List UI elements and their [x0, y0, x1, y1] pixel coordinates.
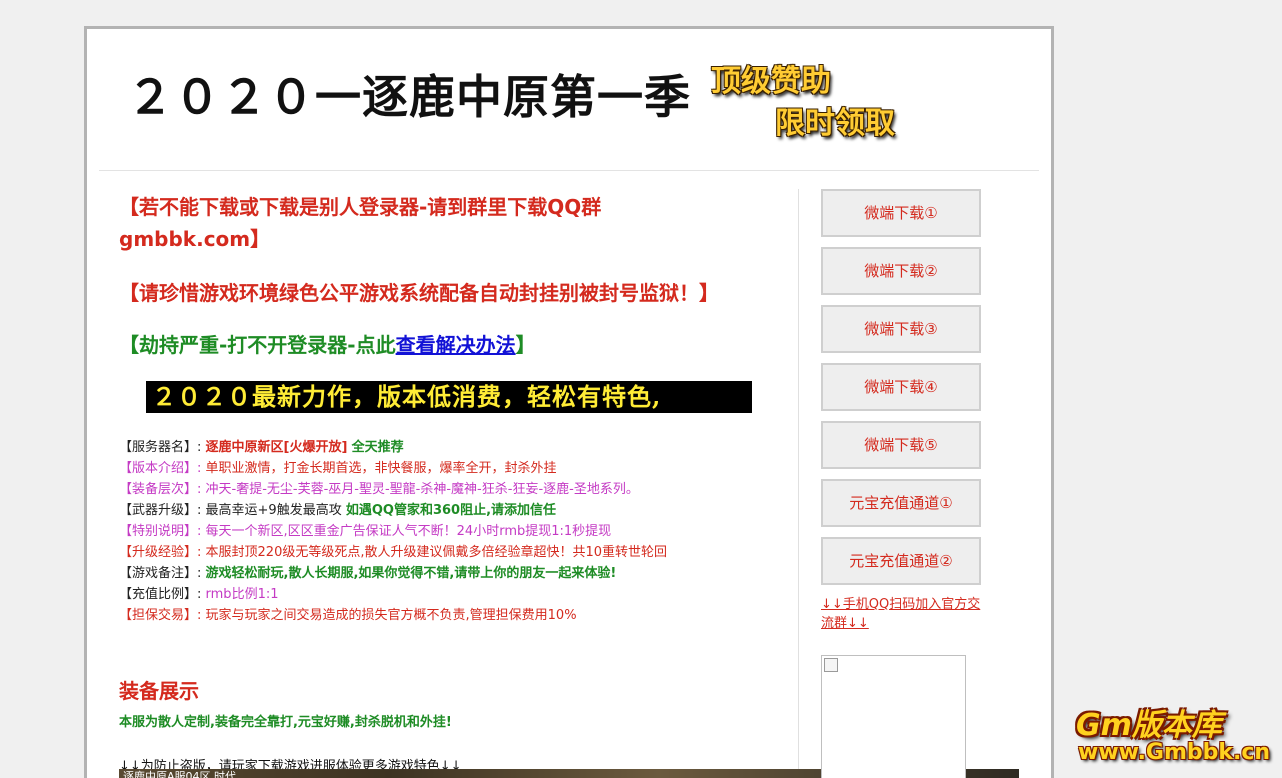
info-key: 【武器升级】:: [119, 503, 202, 518]
info-row: 【充值比例】: rmb比例1:1: [119, 584, 789, 605]
info-row: 【升级经验】: 本服封顶220级无等级死点,散人升级建议佩戴多倍经验章超快！共1…: [119, 542, 789, 563]
page-frame: ２０２０一逐鹿中原第一季 顶级赞助 限时领取 【若不能下载或下载是别人登录器-请…: [84, 26, 1054, 778]
watermark-url: www.Gmbbk.cn: [1078, 740, 1271, 765]
info-key: 【服务器名】:: [119, 440, 202, 455]
qr-code-image: [821, 655, 966, 778]
info-key: 【游戏备注】:: [119, 566, 202, 581]
info-value: 冲天-奢提-无尘-芙蓉-巫月-聖灵-聖龍-杀神-魔神-狂杀-狂妄-逐鹿-圣地系列…: [205, 482, 639, 497]
server-info-list: 【服务器名】: 逐鹿中原新区[火爆开放] 全天推荐 【版本介绍】: 单职业激情，…: [119, 437, 789, 626]
info-row: 【服务器名】: 逐鹿中原新区[火爆开放] 全天推荐: [119, 437, 789, 458]
info-value: 本服封顶220级无等级死点,散人升级建议佩戴多倍经验章超快！共10重转世轮回: [205, 545, 668, 560]
info-value: 游戏轻松耐玩,散人长期服,如果你觉得不错,请带上你的朋友一起来体验!: [205, 566, 617, 581]
info-value: 每天一个新区,区区重金广告保证人气不断！24小时rmb提现1:1秒提现: [205, 524, 612, 539]
notice-hijack: 【劫持严重-打不开登录器-点此查看解决办法】: [119, 329, 719, 361]
site-watermark: Gm版本库 www.Gmbbk.cn: [1076, 700, 1276, 772]
broken-image-icon: [824, 658, 838, 672]
info-value: 单职业激情，打金长期首选，非快餐服，爆率全开，封杀外挂: [205, 461, 557, 476]
info-extra: 如遇QQ管家和360阻止,请添加信任: [345, 503, 557, 518]
info-row: 【版本介绍】: 单职业激情，打金长期首选，非快餐服，爆率全开，封杀外挂: [119, 458, 789, 479]
info-extra: 全天推荐: [351, 440, 404, 455]
info-value: 最高幸运+9触发最高攻: [205, 503, 342, 518]
feature-banner: ２０２０最新力作，版本低消费，轻松有特色,: [146, 381, 752, 413]
info-value: rmb比例1:1: [205, 587, 279, 602]
info-row: 【装备层次】: 冲天-奢提-无尘-芙蓉-巫月-聖灵-聖龍-杀神-魔神-狂杀-狂妄…: [119, 479, 789, 500]
info-row: 【担保交易】: 玩家与玩家之间交易造成的损失官方概不负责,管理担保费用10%: [119, 605, 789, 626]
info-row: 【特别说明】: 每天一个新区,区区重金广告保证人气不断！24小时rmb提现1:1…: [119, 521, 789, 542]
microclient-download-button-4[interactable]: 微端下载④: [821, 363, 981, 411]
microclient-download-button-2[interactable]: 微端下载②: [821, 247, 981, 295]
microclient-download-button-1[interactable]: 微端下载①: [821, 189, 981, 237]
info-key: 【担保交易】:: [119, 608, 202, 623]
watermark-logo: Gm版本库: [1076, 708, 1222, 743]
notice-hijack-prefix: 【劫持严重-打不开登录器-点此: [119, 333, 396, 357]
info-row: 【武器升级】: 最高幸运+9触发最高攻 如遇QQ管家和360阻止,请添加信任: [119, 500, 789, 521]
notice-hijack-suffix: 】: [515, 333, 536, 357]
site-header: ２０２０一逐鹿中原第一季 顶级赞助 限时领取: [99, 29, 1039, 171]
equipment-title: 装备展示: [119, 679, 199, 703]
qq-group-link[interactable]: ↓↓手机QQ扫码加入官方交流群↓↓: [821, 595, 981, 633]
info-value: 逐鹿中原新区[火爆开放]: [205, 440, 348, 455]
equipment-desc: 本服为散人定制,装备完全靠打,元宝好赚,封杀脱机和外挂!: [119, 715, 452, 730]
notice-download-group: 【若不能下载或下载是别人登录器-请到群里下载QQ群gmbbk.com】: [119, 195, 602, 251]
download-sidebar: 微端下载① 微端下载② 微端下载③ 微端下载④ 微端下载⑤ 元宝充值通道① 元宝…: [821, 189, 1001, 778]
info-row: 【游戏备注】: 游戏轻松耐玩,散人长期服,如果你觉得不错,请带上你的朋友一起来体…: [119, 563, 789, 584]
info-value: 玩家与玩家之间交易造成的损失官方概不负责,管理担保费用10%: [205, 608, 577, 623]
recharge-channel-button-1[interactable]: 元宝充值通道①: [821, 479, 981, 527]
info-key: 【特别说明】:: [119, 524, 202, 539]
info-key: 【版本介绍】:: [119, 461, 202, 476]
recharge-channel-button-2[interactable]: 元宝充值通道②: [821, 537, 981, 585]
microclient-download-button-3[interactable]: 微端下载③: [821, 305, 981, 353]
info-key: 【充值比例】:: [119, 587, 202, 602]
promo-banner-line1[interactable]: 顶级赞助: [711, 67, 831, 97]
info-key: 【装备层次】:: [119, 482, 202, 497]
microclient-download-button-5[interactable]: 微端下载⑤: [821, 421, 981, 469]
site-title: ２０２０一逐鹿中原第一季: [127, 70, 691, 124]
solution-link[interactable]: 查看解决办法: [396, 333, 516, 357]
main-content: 【若不能下载或下载是别人登录器-请到群里下载QQ群gmbbk.com】 【请珍惜…: [99, 189, 1019, 778]
info-key: 【升级经验】:: [119, 545, 202, 560]
promo-banner-line2[interactable]: 限时领取: [775, 109, 895, 139]
notice-fair-play: 【请珍惜游戏环境绿色公平游戏系统配备自动封挂别被封号监狱！】: [119, 281, 719, 305]
